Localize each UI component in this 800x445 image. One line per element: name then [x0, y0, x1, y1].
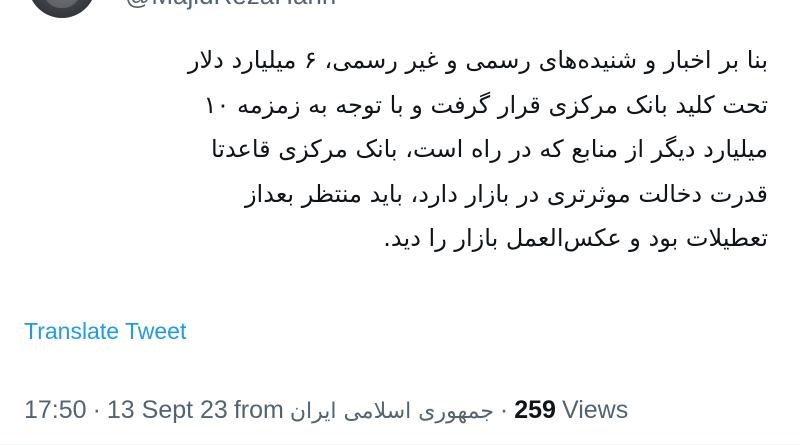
tweet-date[interactable]: 13 Sept 23: [107, 396, 228, 425]
author-handle[interactable]: @MajidRezaHariri: [125, 0, 336, 10]
tweet-text-line: قدرت دخالت موثرتری در بازار دارد، باید م…: [244, 179, 768, 208]
tweet-text: بنا بر اخبار و شنیده‌های رسمی و غیر رسمی…: [18, 38, 768, 261]
tweet-time[interactable]: 17:50: [24, 396, 87, 425]
tweet-text-line: تحت کلید بانک مرکزی قرار گرفت و با توجه …: [203, 90, 768, 119]
translate-tweet-link[interactable]: Translate Tweet: [24, 318, 186, 345]
tweet-text-line: بنا بر اخبار و شنیده‌های رسمی و غیر رسمی…: [187, 46, 768, 74]
views-count: 259: [514, 396, 556, 424]
tweet-source[interactable]: جمهوری اسلامی ایران: [290, 399, 494, 424]
views-label: Views: [561, 396, 629, 424]
tweet-text-line: میلیارد دیگر از منابع که در راه است، بان…: [210, 135, 768, 163]
meta-separator: ·: [499, 396, 509, 424]
tweet-text-line: تعطیلات بود و عکس‌العمل بازار را دید.: [383, 224, 768, 252]
meta-separator: ·: [92, 396, 101, 424]
avatar[interactable]: [28, 0, 96, 18]
tweet-meta: 17:50 · 13 Sept 23 from جمهوری اسلامی ای…: [24, 396, 628, 425]
tweet-card: @MajidRezaHariri بنا بر اخبار و شنیده‌ها…: [0, 0, 800, 445]
from-label: from: [233, 396, 284, 424]
